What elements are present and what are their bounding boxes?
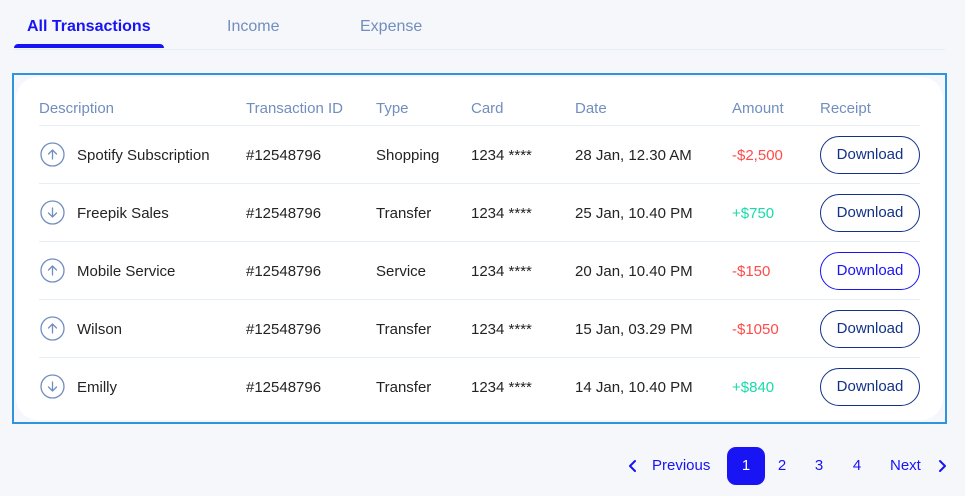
header-type: Type (376, 100, 409, 117)
cell-date: 15 Jan, 03.29 PM (575, 321, 693, 338)
cell-card: 1234 **** (471, 321, 532, 338)
cell-transaction-id: #12548796 (246, 263, 322, 280)
header-receipt: Receipt (820, 100, 871, 117)
up-arrow-icon (40, 142, 65, 167)
download-receipt-button[interactable]: Download (820, 194, 920, 232)
tab-all-transactions[interactable]: All Transactions (27, 18, 151, 36)
table-row: Mobile Service #12548796 Service 1234 **** 2… (39, 241, 920, 299)
cell-card: 1234 **** (471, 263, 532, 280)
cell-card: 1234 **** (471, 147, 532, 164)
tab-income[interactable]: Income (227, 18, 279, 36)
cell-card: 1234 **** (471, 205, 532, 222)
download-receipt-button[interactable]: Download (820, 136, 920, 174)
tab-expense[interactable]: Expense (360, 18, 422, 36)
cell-transaction-id: #12548796 (246, 205, 322, 222)
transaction-tabs: All Transactions Income Expense (14, 0, 945, 50)
cell-amount: -$2,500 (732, 147, 783, 164)
cell-amount: -$150 (732, 263, 771, 280)
cell-type: Shopping (376, 147, 440, 164)
cell-description: Wilson (77, 321, 123, 338)
down-arrow-icon (40, 200, 65, 225)
download-receipt-button[interactable]: Download (820, 310, 920, 348)
header-card: Card (471, 100, 504, 117)
header-transaction-id: Transaction ID (246, 100, 343, 117)
cell-transaction-id: #12548796 (246, 321, 322, 338)
cell-description: Mobile Service (77, 263, 176, 280)
cell-description: Freepik Sales (77, 205, 169, 222)
next-page-button[interactable]: Next (890, 447, 921, 485)
page-4-button[interactable]: 4 (838, 447, 876, 485)
previous-page-button[interactable]: Previous (652, 447, 710, 485)
up-arrow-icon (40, 258, 65, 283)
page-2-button[interactable]: 2 (763, 447, 801, 485)
cell-date: 14 Jan, 10.40 PM (575, 379, 693, 396)
header-amount: Amount (732, 100, 784, 117)
download-receipt-button[interactable]: Download (820, 368, 920, 406)
cell-type: Service (376, 263, 427, 280)
table-row: Freepik Sales #12548796 Transfer 1234 **** 2… (39, 183, 920, 241)
table-row: Emilly #12548796 Transfer 1234 **** 14 Jan, … (39, 357, 920, 415)
cell-description: Emilly (77, 379, 117, 396)
cell-date: 25 Jan, 10.40 PM (575, 205, 693, 222)
chevron-left-icon[interactable] (626, 459, 640, 473)
down-arrow-icon (40, 374, 65, 399)
download-receipt-button[interactable]: Download (820, 252, 920, 290)
cell-type: Transfer (376, 321, 432, 338)
cell-type: Transfer (376, 205, 432, 222)
cell-description: Spotify Subscription (77, 147, 210, 164)
table-row: Spotify Subscription #12548796 Shopping 123… (39, 125, 920, 183)
cell-amount: -$1050 (732, 321, 779, 338)
active-tab-indicator (14, 44, 164, 48)
cell-amount: +$840 (732, 379, 775, 396)
transactions-card-frame: Description Transaction ID Type Card Dat… (12, 73, 947, 424)
page-3-button[interactable]: 3 (800, 447, 838, 485)
cell-date: 28 Jan, 12.30 AM (575, 147, 692, 164)
cell-amount: +$750 (732, 205, 775, 222)
chevron-right-icon[interactable] (935, 459, 949, 473)
cell-date: 20 Jan, 10.40 PM (575, 263, 693, 280)
transactions-table: Description Transaction ID Type Card Dat… (16, 77, 943, 420)
page-1-button[interactable]: 1 (727, 447, 765, 485)
up-arrow-icon (40, 316, 65, 341)
cell-card: 1234 **** (471, 379, 532, 396)
cell-transaction-id: #12548796 (246, 147, 322, 164)
header-date: Date (575, 100, 607, 117)
header-description: Description (39, 100, 115, 117)
table-row: Wilson #12548796 Transfer 1234 **** 15 Jan, … (39, 299, 920, 357)
cell-type: Transfer (376, 379, 432, 396)
cell-transaction-id: #12548796 (246, 379, 322, 396)
